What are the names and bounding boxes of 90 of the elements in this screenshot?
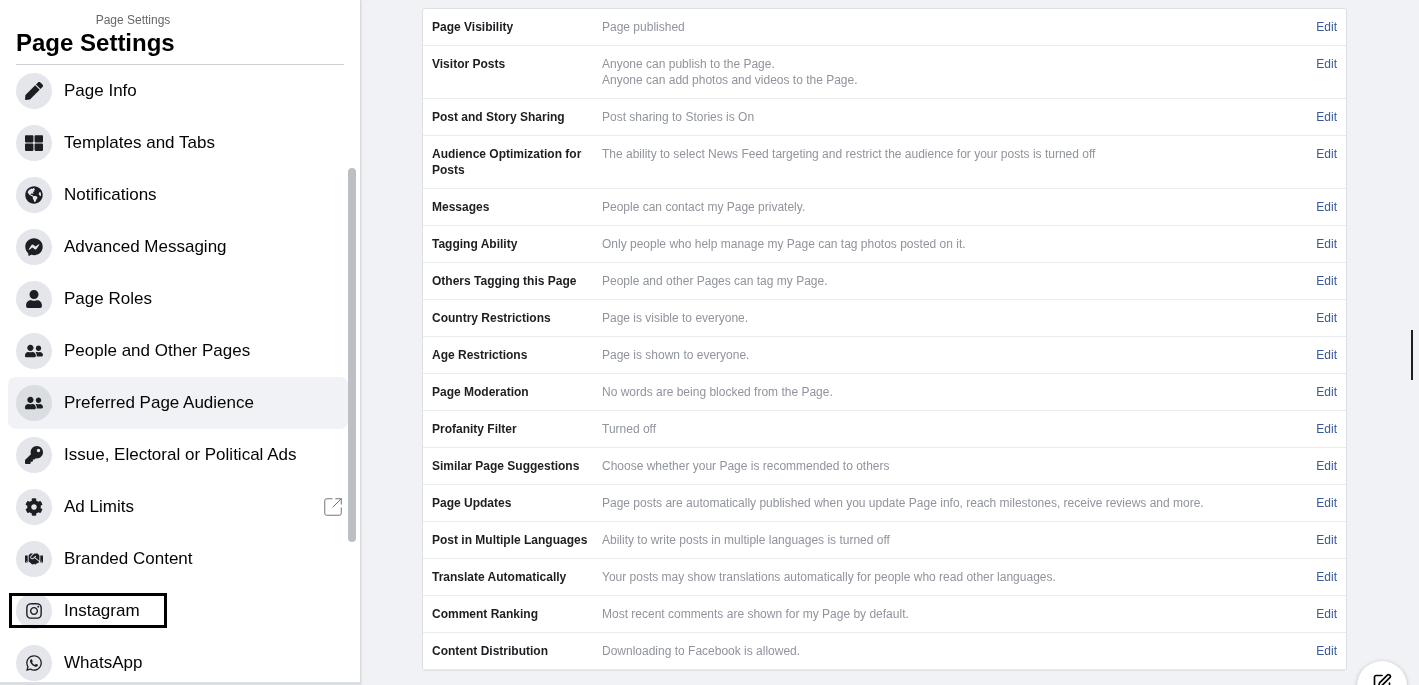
setting-value: People and other Pages can tag my Page. <box>602 273 829 289</box>
setting-name: Tagging Ability <box>432 236 519 252</box>
item-label: Page Roles <box>64 288 153 311</box>
setting-name: Post in Multiple Languages <box>432 532 589 548</box>
setting-name: Others Tagging this Page <box>432 273 578 289</box>
setting-name: Page Moderation <box>432 384 530 400</box>
sidebar-item[interactable]: Issue, Electoral or Political Ads <box>8 429 348 481</box>
item-label: Instagram <box>64 600 141 623</box>
item-label: Templates and Tabs <box>64 132 216 155</box>
setting-value: Page is visible to everyone. <box>602 310 750 326</box>
setting-value: Page posts are automatically published when you update Page info, reach milestones, receive reviews and more. <box>602 495 1205 511</box>
gear-icon <box>16 489 52 525</box>
setting-value: Page is shown to everyone. <box>602 347 751 363</box>
setting-name: Post and Story Sharing <box>432 109 566 125</box>
person-icon <box>16 281 52 317</box>
setting-value: Turned off <box>602 421 658 437</box>
sidebar-item[interactable]: Instagram <box>8 585 348 637</box>
edit-link[interactable]: Edit <box>1308 347 1337 363</box>
globe-icon <box>16 177 52 213</box>
sidebar-item[interactable]: Branded Content <box>8 533 348 585</box>
scrollbar <box>1411 330 1413 380</box>
setting-value: The ability to select News Feed targeting and restrict the audience for your posts is turned off <box>602 146 1097 162</box>
setting-name: Page Updates <box>432 495 513 511</box>
edit-link[interactable]: Edit <box>1308 421 1337 437</box>
sidebar-item[interactable]: Ad Limits <box>8 481 348 533</box>
people-icon <box>16 333 52 369</box>
sidebar-item[interactable]: Advanced Messaging <box>8 221 348 273</box>
edit-link[interactable]: Edit <box>1308 146 1337 178</box>
edit-link[interactable]: Edit <box>1308 199 1337 215</box>
setting-name: Visitor Posts <box>432 56 507 73</box>
edit-link[interactable]: Edit <box>1308 532 1337 548</box>
edit-link[interactable]: Edit <box>1308 19 1337 35</box>
edit-link[interactable]: Edit <box>1308 384 1337 400</box>
key-icon <box>16 437 52 473</box>
setting-name: Page Visibility <box>432 19 515 35</box>
setting-value: Your posts may show translations automatically for people who read other languages. <box>602 569 1057 585</box>
edit-link[interactable]: Edit <box>1308 606 1337 622</box>
item-label: Issue, Electoral or Political Ads <box>64 444 298 467</box>
edit-link[interactable]: Edit <box>1308 236 1337 252</box>
edit-link[interactable]: Edit <box>1308 273 1337 289</box>
setting-value: Downloading to Facebook is allowed. <box>602 643 802 659</box>
setting-value: Page published <box>602 19 686 35</box>
setting-name: Similar Page Suggestions <box>432 458 581 474</box>
breadcrumb: Page Settings <box>95 12 171 28</box>
sidebar-item[interactable]: Page Info <box>8 65 348 117</box>
item-label: Notifications <box>64 184 158 207</box>
item-label: Page Info <box>64 80 138 103</box>
grid-icon <box>16 125 52 161</box>
item-label: Branded Content <box>64 548 194 571</box>
phone-bubble-icon <box>16 645 52 681</box>
setting-value: Only people who help manage my Page can tag photos posted on it. <box>602 236 967 252</box>
setting-name: Translate Automatically <box>432 569 568 585</box>
setting-value: Most recent comments are shown for my Page by default. <box>602 606 910 622</box>
setting-name: Content Distribution <box>432 643 549 659</box>
setting-name: Profanity Filter <box>432 421 518 437</box>
sidebar-item[interactable]: Notifications <box>8 169 348 221</box>
setting-value: Post sharing to Stories is On <box>602 109 756 125</box>
handshake-icon <box>16 541 52 577</box>
setting-name: Country Restrictions <box>432 310 552 326</box>
setting-value: Choose whether your Page is recommended to others <box>602 458 891 474</box>
sidebar-item[interactable]: Templates and Tabs <box>8 117 348 169</box>
item-label: People and Other Pages <box>64 340 252 363</box>
sidebar-title: Page Settings <box>16 28 344 65</box>
setting-value: People can contact my Page privately. <box>602 199 807 215</box>
setting-value: Ability to write posts in multiple languages is turned off <box>602 532 891 548</box>
edit-link[interactable]: Edit <box>1308 109 1337 125</box>
sidebar-item[interactable]: People and Other Pages <box>8 325 348 377</box>
setting-name: Messages <box>432 199 491 215</box>
item-label: WhatsApp <box>64 652 144 675</box>
sidebar-item[interactable]: Preferred Page Audience <box>8 377 348 429</box>
setting-name: Age Restrictions <box>432 347 529 363</box>
setting-value: Anyone can add photos and videos to the Page. <box>602 72 859 88</box>
edit-link[interactable]: Edit <box>1308 569 1337 585</box>
chat-bubble-icon <box>16 229 52 265</box>
pencil-icon <box>16 73 52 109</box>
item-label: Preferred Page Audience <box>64 392 255 415</box>
setting-name: Comment Ranking <box>432 606 539 622</box>
item-label: Ad Limits <box>64 496 135 519</box>
sidebar-item[interactable]: Page Roles <box>8 273 348 325</box>
edit-link[interactable]: Edit <box>1308 495 1337 511</box>
edit-link[interactable]: Edit <box>1308 643 1337 659</box>
sidebar-item[interactable]: WhatsApp <box>8 637 348 685</box>
setting-value: No words are being blocked from the Page. <box>602 384 834 400</box>
setting-name: Audience Optimization for Posts <box>432 146 583 178</box>
edit-link[interactable]: Edit <box>1308 310 1337 326</box>
people-icon <box>16 385 52 421</box>
item-label: Advanced Messaging <box>64 236 228 259</box>
edit-link[interactable]: Edit <box>1308 56 1337 88</box>
edit-link[interactable]: Edit <box>1308 458 1337 474</box>
setting-value: Anyone can publish to the Page. <box>602 56 776 72</box>
